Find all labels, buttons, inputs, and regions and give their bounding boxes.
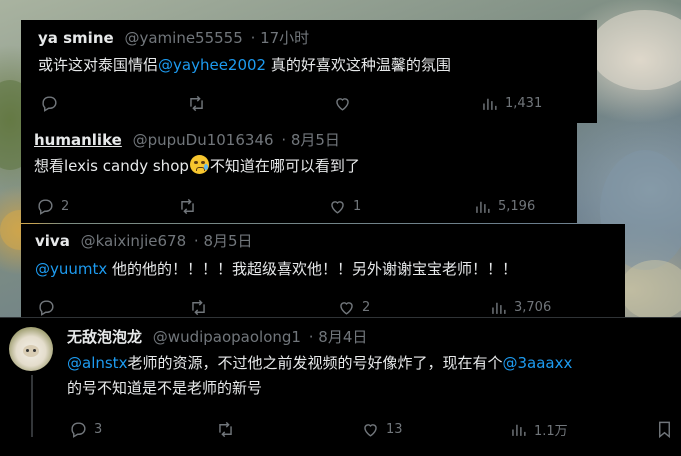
author-handle[interactable]: @yamine55555 xyxy=(124,29,242,47)
views-button[interactable]: 1,431 xyxy=(480,94,542,113)
reply-card[interactable]: humanlike @pupuDu1016346 · 8月5日 想看lexis … xyxy=(21,123,577,223)
repost-icon xyxy=(192,299,205,316)
post-time[interactable]: · 8月5日 xyxy=(194,232,253,250)
like-button[interactable]: 1 xyxy=(328,197,361,216)
bookmark-button[interactable] xyxy=(655,420,674,439)
avatar[interactable] xyxy=(9,327,53,371)
author-handle[interactable]: @kaixinjie678 xyxy=(81,232,187,250)
crying-smile-emoji xyxy=(189,155,209,174)
reply-text: @alnstx老师的资源，不过他之前发视频的号好像炸了，现在有个@3aaaxx xyxy=(67,354,573,372)
mention-link[interactable]: @3aaaxx xyxy=(502,354,572,372)
mention-link[interactable]: @yayhee2002 xyxy=(158,56,266,74)
repost-icon xyxy=(181,198,194,215)
author-name[interactable]: 无敌泡泡龙 xyxy=(67,328,142,346)
author-name[interactable]: viva xyxy=(35,232,70,250)
like-icon xyxy=(364,424,377,437)
repost-button[interactable] xyxy=(178,197,203,216)
post-time[interactable]: · 8月4日 xyxy=(309,328,368,346)
bookmark-icon xyxy=(659,421,670,439)
reply-icon xyxy=(39,300,54,316)
reply-text: 想看lexis candy shop 不知道在哪可以看到了 xyxy=(34,155,360,175)
post-time[interactable]: · 8月5日 xyxy=(281,131,340,149)
repost-button[interactable] xyxy=(187,94,212,113)
mention-link[interactable]: @alnstx xyxy=(67,354,127,372)
mention-link[interactable]: @yuumtx xyxy=(35,260,107,278)
reply-icon xyxy=(42,96,57,112)
reply-text: @yuumtx 他的他的！！！！我超级喜欢他！！另外谢谢宝宝老师！！！ xyxy=(35,260,518,278)
reply-button[interactable] xyxy=(40,94,65,113)
reply-button[interactable]: 2 xyxy=(36,197,69,216)
like-icon xyxy=(336,98,349,111)
views-button[interactable]: 3,706 xyxy=(489,298,551,317)
views-icon xyxy=(512,424,526,436)
reply-card[interactable]: viva @kaixinjie678 · 8月5日 @yuumtx 他的他的！！… xyxy=(21,224,625,318)
like-button[interactable] xyxy=(333,94,358,113)
views-button[interactable]: 5,196 xyxy=(473,197,535,216)
post-time[interactable]: · 17小时 xyxy=(251,29,310,47)
author-name[interactable]: humanlike xyxy=(34,131,122,149)
author-name[interactable]: ya smine xyxy=(38,29,114,47)
views-icon xyxy=(476,201,490,213)
repost-icon xyxy=(219,421,232,438)
repost-icon xyxy=(190,95,203,112)
author-handle[interactable]: @wudipaopaolong1 xyxy=(153,328,301,346)
reply-card[interactable]: ya smine @yamine55555 · 17小时 或许这对泰国情侣@ya… xyxy=(21,20,597,123)
reply-icon xyxy=(71,422,86,438)
repost-button[interactable] xyxy=(189,298,214,317)
like-button[interactable]: 2 xyxy=(337,298,370,317)
thread-line xyxy=(31,375,33,437)
reply-text: 或许这对泰国情侣@yayhee2002 真的好喜欢这种温馨的氛围 xyxy=(38,56,451,74)
reply-text-line2: 的号不知道是不是老师的新号 xyxy=(67,379,263,397)
views-icon xyxy=(483,98,497,110)
like-icon xyxy=(340,302,353,315)
views-button[interactable]: 1.1万 xyxy=(509,420,568,439)
repost-button[interactable] xyxy=(216,420,241,439)
reply-icon xyxy=(38,199,53,215)
reply-button[interactable] xyxy=(37,298,62,317)
reply-button[interactable]: 3 xyxy=(69,420,102,439)
like-icon xyxy=(331,201,344,214)
views-icon xyxy=(492,302,506,314)
author-handle[interactable]: @pupuDu1016346 xyxy=(133,131,274,149)
like-button[interactable]: 13 xyxy=(361,420,403,439)
